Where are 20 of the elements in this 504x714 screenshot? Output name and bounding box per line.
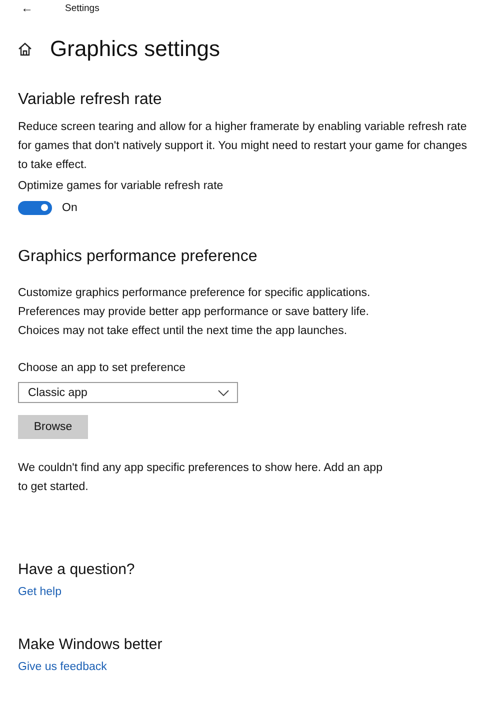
section-description: Customize graphics performance preference for specific applications. Preferences may provide better app performance or save battery life. Choices may not take effect until the next time the app launches. (18, 286, 372, 339)
window-title: Settings (65, 2, 100, 14)
empty-message: We couldn't find any app specific preferences to show here. Add an app to get started. (18, 461, 384, 495)
home-icon (18, 42, 32, 56)
toggle-label: Optimize games for variable refresh rate (18, 180, 224, 192)
section-heading: Have a question? (18, 561, 135, 578)
page-title: Graphics settings (50, 36, 220, 62)
back-button[interactable]: ← (12, 1, 42, 15)
toggle-state: On (62, 202, 78, 214)
section-heading: Make Windows better (18, 636, 162, 653)
section-description: Reduce screen tearing and allow for a higher framerate by enabling variable refresh rate for games that don't natively support it. You might need to restart your game for changes to take effect. (18, 120, 468, 173)
dropdown-label: Choose an app to set preference (18, 362, 186, 374)
get-help-link[interactable]: Get help (18, 586, 62, 598)
chevron-down-icon (218, 390, 229, 396)
browse-button[interactable]: Browse (18, 415, 88, 439)
feedback-link[interactable]: Give us feedback (18, 661, 107, 673)
toggle-switch[interactable] (18, 201, 52, 215)
section-heading: Graphics performance preference (18, 248, 258, 266)
section-heading: Variable refresh rate (18, 91, 162, 109)
app-type-dropdown[interactable]: Classic app (18, 382, 238, 403)
